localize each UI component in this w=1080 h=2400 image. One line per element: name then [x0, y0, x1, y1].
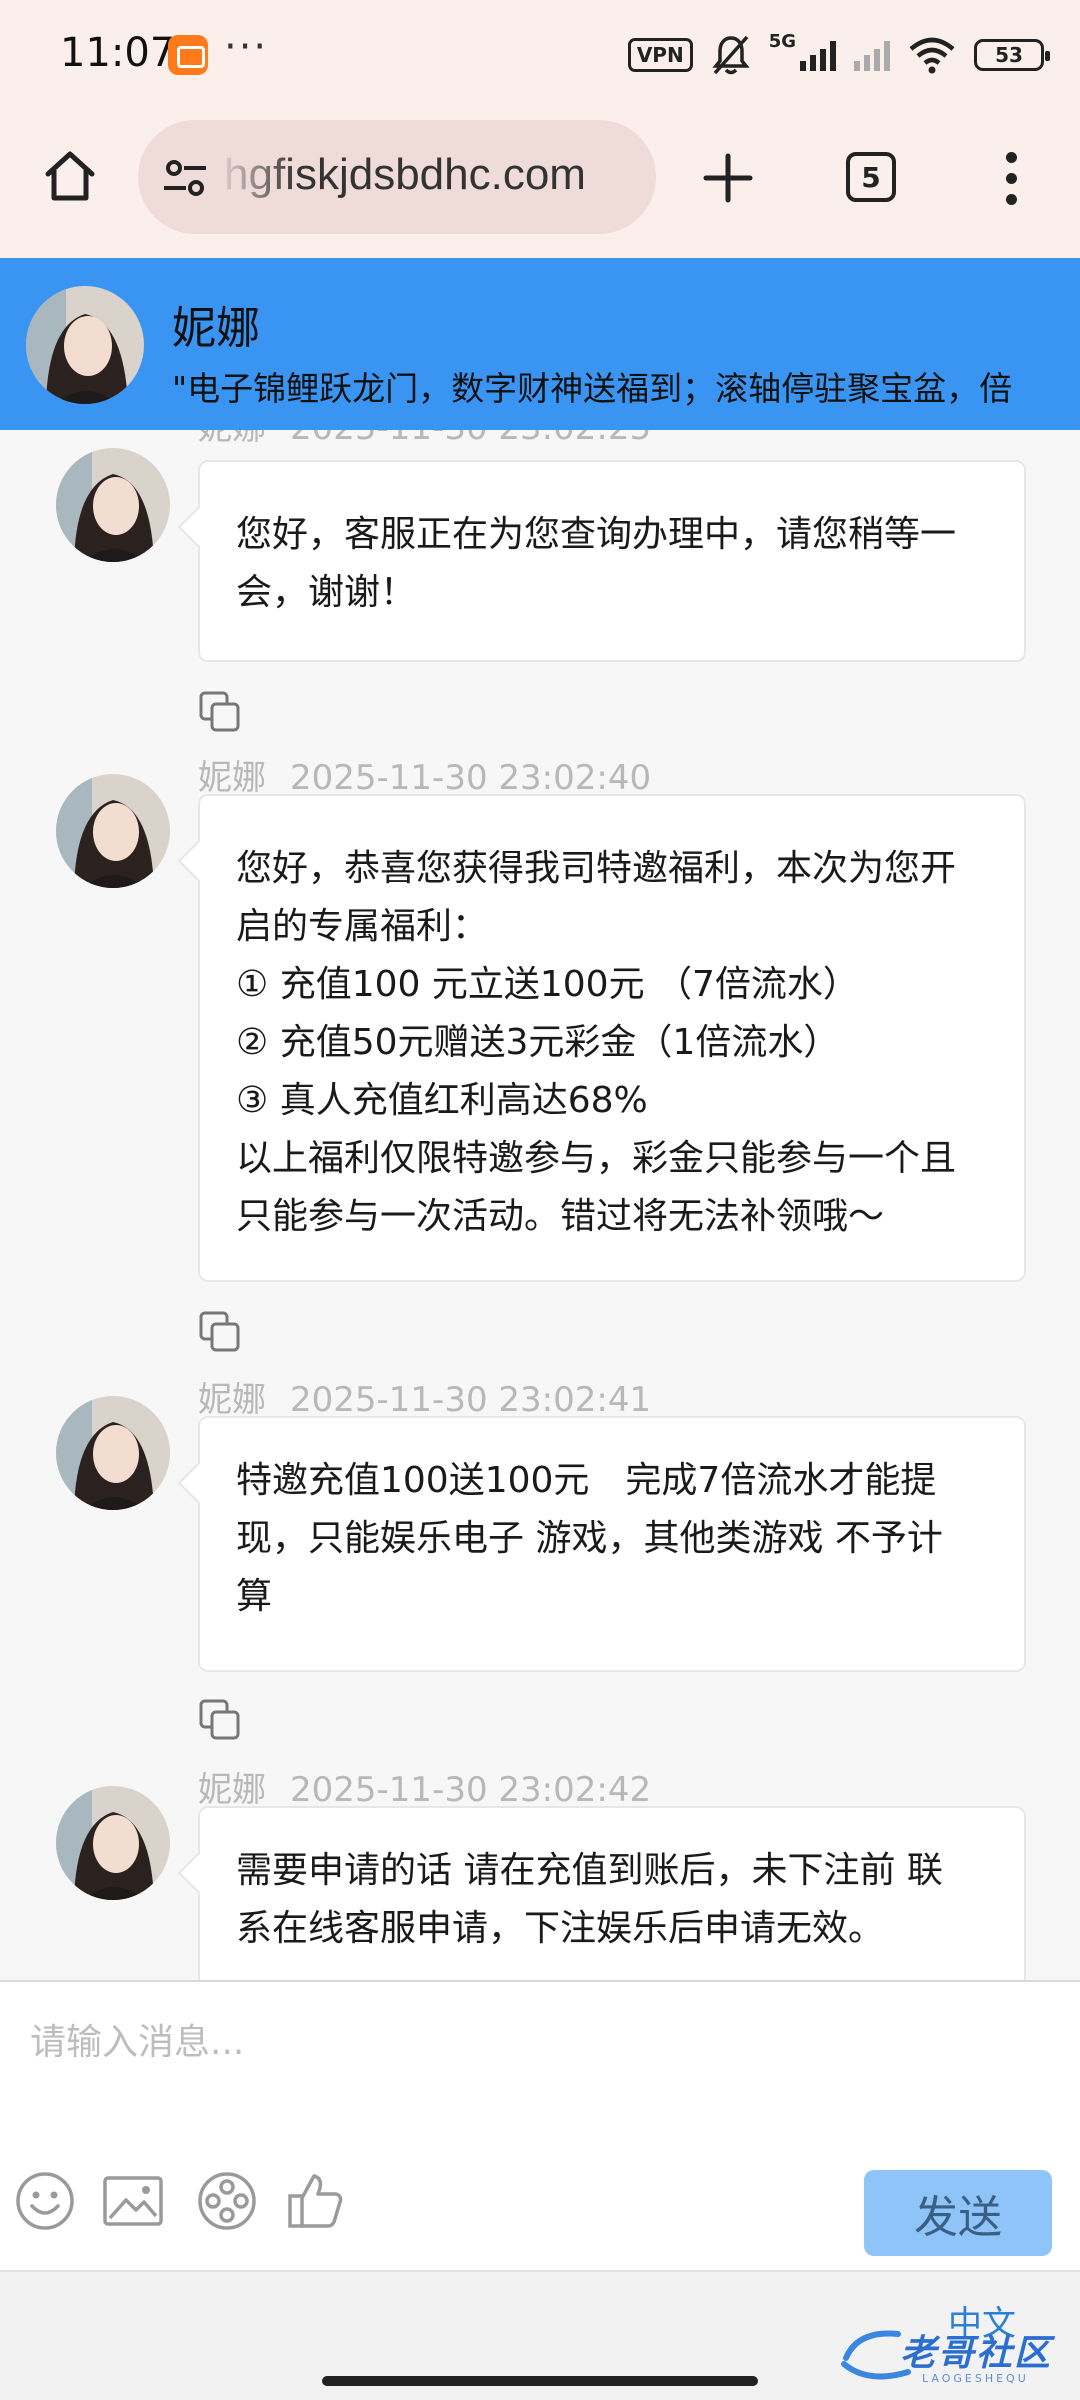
message-line: 会，谢谢！: [236, 572, 417, 613]
message-meta: 妮娜 2025-11-30 23:02:42: [198, 1762, 651, 1811]
thumbs-up-icon[interactable]: [284, 2170, 346, 2232]
sender-name: 妮娜: [198, 430, 266, 448]
message-line: 启的专属福利：: [236, 906, 489, 947]
address-bar[interactable]: hgfiskjdsbdhc.com: [138, 120, 656, 234]
copy-icon[interactable]: [198, 1310, 242, 1354]
watermark-text: 老哥社区: [900, 2333, 1053, 2374]
timestamp: 2025-11-30 23:02:41: [290, 1380, 652, 1420]
message-input[interactable]: [30, 2012, 1030, 2072]
send-button[interactable]: 发送: [864, 2170, 1052, 2256]
message-bubble: 您好，客服正在为您查询办理中，请您稍等一 会，谢谢！: [198, 460, 1026, 662]
message-line: 现，只能娱乐电子 游戏，其他类游戏 不予计: [236, 1518, 943, 1559]
marquee-notice: "电子锦鲤跃龙门，数字财神送福到；滚轴停驻聚宝盆，倍: [172, 369, 1013, 408]
signal-strength-icon: [800, 39, 836, 71]
chat-header: 妮娜 "电子锦鲤跃龙门，数字财神送福到；滚轴停驻聚宝盆，倍: [0, 258, 1080, 430]
message-line: 您好，客服正在为您查询办理中，请您稍等一: [236, 514, 957, 555]
more-notifications-indicator: ···: [224, 24, 269, 70]
tabs-icon[interactable]: 5: [846, 152, 896, 202]
message-line: 特邀充值100送100元 完成7倍流水才能提: [236, 1460, 937, 1501]
sender-name: 妮娜: [198, 758, 266, 798]
agent-avatar: [56, 1396, 170, 1510]
timestamp: 2025-11-30 23:02:42: [290, 1770, 652, 1810]
battery-icon: 53: [974, 39, 1050, 71]
home-indicator[interactable]: [322, 2376, 758, 2386]
plus-icon[interactable]: [700, 150, 756, 206]
vpn-badge: VPN: [627, 38, 693, 72]
url-fade: [216, 120, 296, 234]
message-meta: 妮娜 2025-11-30 23:02:41: [198, 1372, 651, 1421]
message-bubble: 需要申请的话 请在充值到账后，未下注前 联 系在线客服申请，下注娱乐后申请无效。: [198, 1806, 1026, 1980]
agent-avatar: [26, 286, 144, 404]
film-reel-icon[interactable]: [196, 2170, 258, 2232]
message-line: 以上福利仅限特邀参与，彩金只能参与一个且: [236, 1138, 957, 1179]
message-list[interactable]: 妮娜 2025-11-30 23:02:25 您好，客服正在为您查询办理中，请您稍…: [0, 430, 1080, 1980]
message-bubble: 您好，恭喜您获得我司特邀福利，本次为您开 启的专属福利： ① 充值100 元立送…: [198, 794, 1026, 1282]
copy-icon[interactable]: [198, 690, 242, 734]
image-icon[interactable]: [102, 2170, 164, 2232]
timestamp: 2025-11-30 23:02:40: [290, 758, 652, 798]
message-meta: 妮娜 2025-11-30 23:02:40: [198, 750, 651, 799]
tune-icon[interactable]: [162, 156, 208, 202]
app-notification-icon: [168, 35, 208, 75]
signal-sim2-icon: [854, 39, 890, 71]
tab-count: 5: [861, 160, 881, 194]
message-meta: 妮娜 2025-11-30 23:02:25: [198, 430, 651, 449]
agent-avatar: [56, 1786, 170, 1900]
bell-muted-icon: [712, 35, 750, 75]
timestamp: 2025-11-30 23:02:25: [290, 430, 651, 448]
message-line: 算: [236, 1576, 273, 1617]
message-line: ① 充值100 元立送100元 （7倍流水）: [236, 964, 859, 1005]
message-line: 只能参与一次活动。错过将无法补领哦～: [236, 1196, 885, 1237]
network-type: 5G: [768, 30, 796, 52]
agent-avatar: [56, 448, 170, 562]
message-line: ③ 真人充值红利高达68%: [236, 1080, 648, 1121]
more-vert-icon[interactable]: [1004, 152, 1018, 208]
agent-avatar: [56, 774, 170, 888]
clock: 11:07: [60, 30, 176, 76]
wifi-icon: [909, 37, 955, 74]
message-line: 需要申请的话 请在充值到账后，未下注前 联: [236, 1850, 943, 1891]
message-line: ② 充值50元赠送3元彩金（1倍流水）: [236, 1022, 840, 1063]
message-bubble: 特邀充值100送100元 完成7倍流水才能提 现，只能娱乐电子 游戏，其他类游戏…: [198, 1416, 1026, 1672]
sender-name: 妮娜: [198, 1770, 266, 1810]
status-bar: 11:07 ··· VPN 5G 53: [0, 0, 1080, 112]
watermark-subtext: LAOGESHEQU: [922, 2372, 1029, 2385]
page-footer: 中文 老哥社区 LAOGESHEQU: [0, 2270, 1080, 2400]
battery-level: 53: [995, 43, 1023, 67]
emoji-icon[interactable]: [14, 2170, 76, 2232]
browser-toolbar: hgfiskjdsbdhc.com 5: [0, 112, 1080, 258]
agent-name: 妮娜: [172, 303, 260, 354]
status-icons: VPN 5G 53: [627, 30, 1050, 80]
copy-icon[interactable]: [198, 1698, 242, 1742]
message-line: 您好，恭喜您获得我司特邀福利，本次为您开: [236, 848, 957, 889]
sender-name: 妮娜: [198, 1380, 266, 1420]
home-icon[interactable]: [40, 146, 100, 206]
message-composer: 发送: [0, 1980, 1080, 2270]
message-line: 系在线客服申请，下注娱乐后申请无效。: [236, 1908, 885, 1949]
